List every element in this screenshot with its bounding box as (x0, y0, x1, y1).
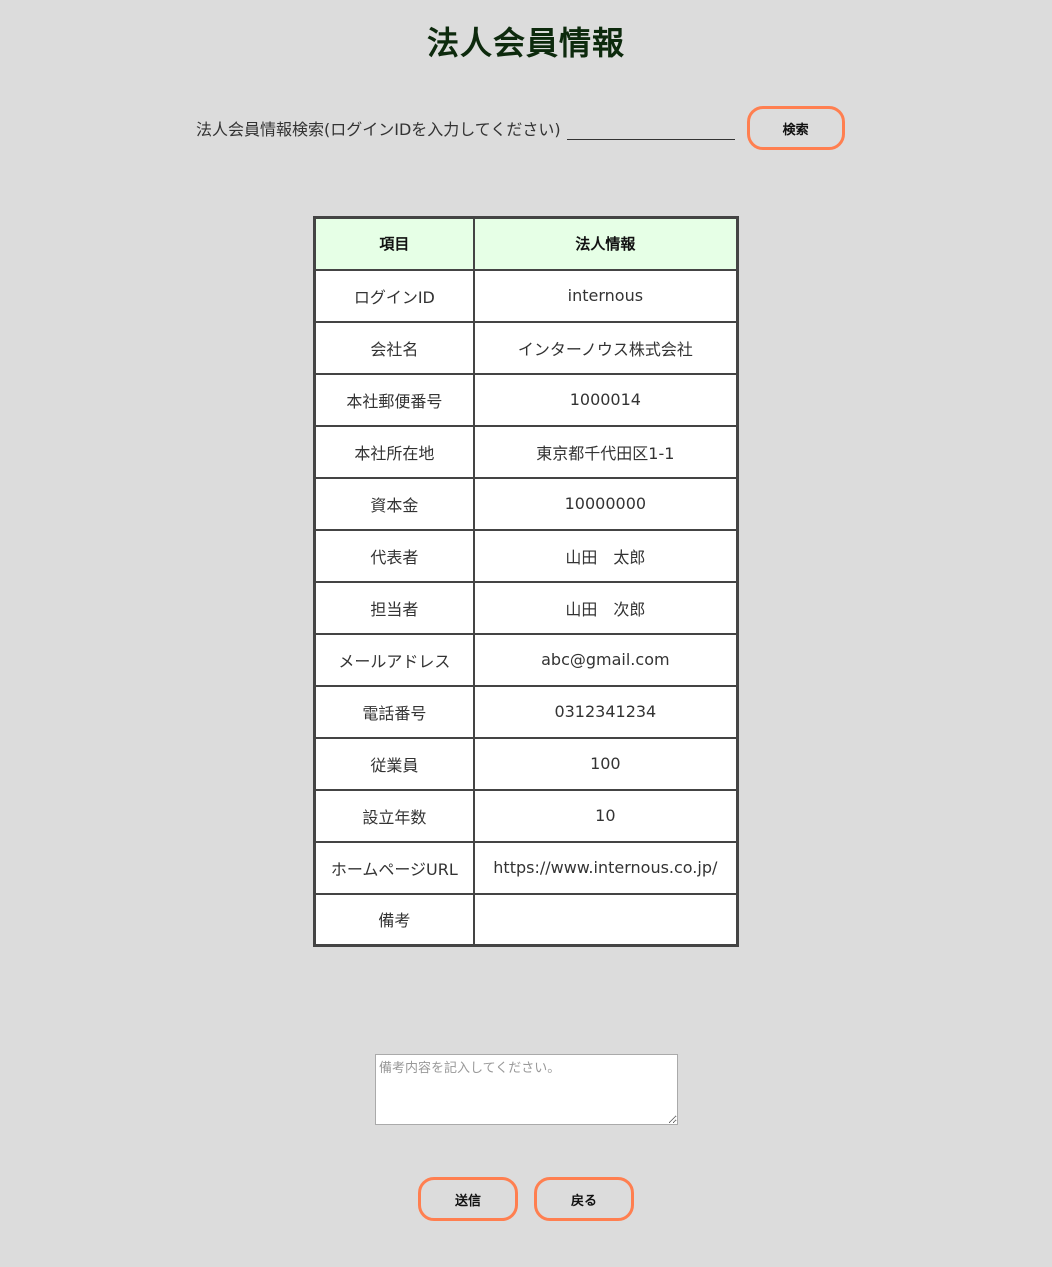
remarks-textarea[interactable] (375, 1054, 678, 1125)
row-label: 従業員 (313, 736, 475, 791)
table-header-row: 項目 法人情報 (313, 216, 739, 271)
table-row: 本社郵便番号 1000014 (313, 372, 739, 427)
row-label: 本社郵便番号 (313, 372, 475, 427)
table-row: 会社名 インターノウス株式会社 (313, 320, 739, 375)
login-id-search-input[interactable] (566, 116, 735, 140)
row-value: 10 (472, 788, 739, 843)
row-value: 東京都千代田区1-1 (472, 424, 739, 479)
table-row: 代表者 山田 太郎 (313, 528, 739, 583)
row-label: 会社名 (313, 320, 475, 375)
row-label: ログインID (313, 268, 475, 323)
row-label: 代表者 (313, 528, 475, 583)
row-label: 設立年数 (313, 788, 475, 843)
row-value: インターノウス株式会社 (472, 320, 739, 375)
row-label: ホームページURL (313, 840, 475, 895)
row-value: 1000014 (472, 372, 739, 427)
corporate-info-table: 項目 法人情報 ログインID internous 会社名 インターノウス株式会社… (313, 216, 739, 947)
page-title: 法人会員情報 (426, 24, 625, 62)
search-button[interactable]: 検索 (746, 106, 845, 150)
header-item: 項目 (313, 216, 475, 271)
row-label: 本社所在地 (313, 424, 475, 479)
row-value: 山田 太郎 (472, 528, 739, 583)
table-row: 従業員 100 (313, 736, 739, 791)
row-label: 電話番号 (313, 684, 475, 739)
row-value: https://www.internous.co.jp/ (472, 840, 739, 895)
row-value (472, 892, 739, 947)
row-value: 10000000 (472, 476, 739, 531)
search-label: 法人会員情報検索(ログインIDを入力してください) (196, 120, 561, 139)
table-row: 資本金 10000000 (313, 476, 739, 531)
table-row: ログインID internous (313, 268, 739, 323)
row-label: 資本金 (313, 476, 475, 531)
table-row: 設立年数 10 (313, 788, 739, 843)
row-label: 担当者 (313, 580, 475, 635)
row-value: 100 (472, 736, 739, 791)
row-value: internous (472, 268, 739, 323)
row-label: メールアドレス (313, 632, 475, 687)
header-corporate-info: 法人情報 (472, 216, 739, 271)
search-row: 法人会員情報検索(ログインIDを入力してください) 検索 (196, 104, 845, 152)
table-row: 備考 (313, 892, 739, 947)
submit-button[interactable]: 送信 (418, 1177, 518, 1221)
row-value: abc@gmail.com (472, 632, 739, 687)
table-row: メールアドレス abc@gmail.com (313, 632, 739, 687)
table-row: ホームページURL https://www.internous.co.jp/ (313, 840, 739, 895)
table-row: 本社所在地 東京都千代田区1-1 (313, 424, 739, 479)
table-row: 電話番号 0312341234 (313, 684, 739, 739)
table-row: 担当者 山田 次郎 (313, 580, 739, 635)
back-button[interactable]: 戻る (534, 1177, 634, 1221)
row-value: 0312341234 (472, 684, 739, 739)
row-label: 備考 (313, 892, 475, 947)
row-value: 山田 次郎 (472, 580, 739, 635)
